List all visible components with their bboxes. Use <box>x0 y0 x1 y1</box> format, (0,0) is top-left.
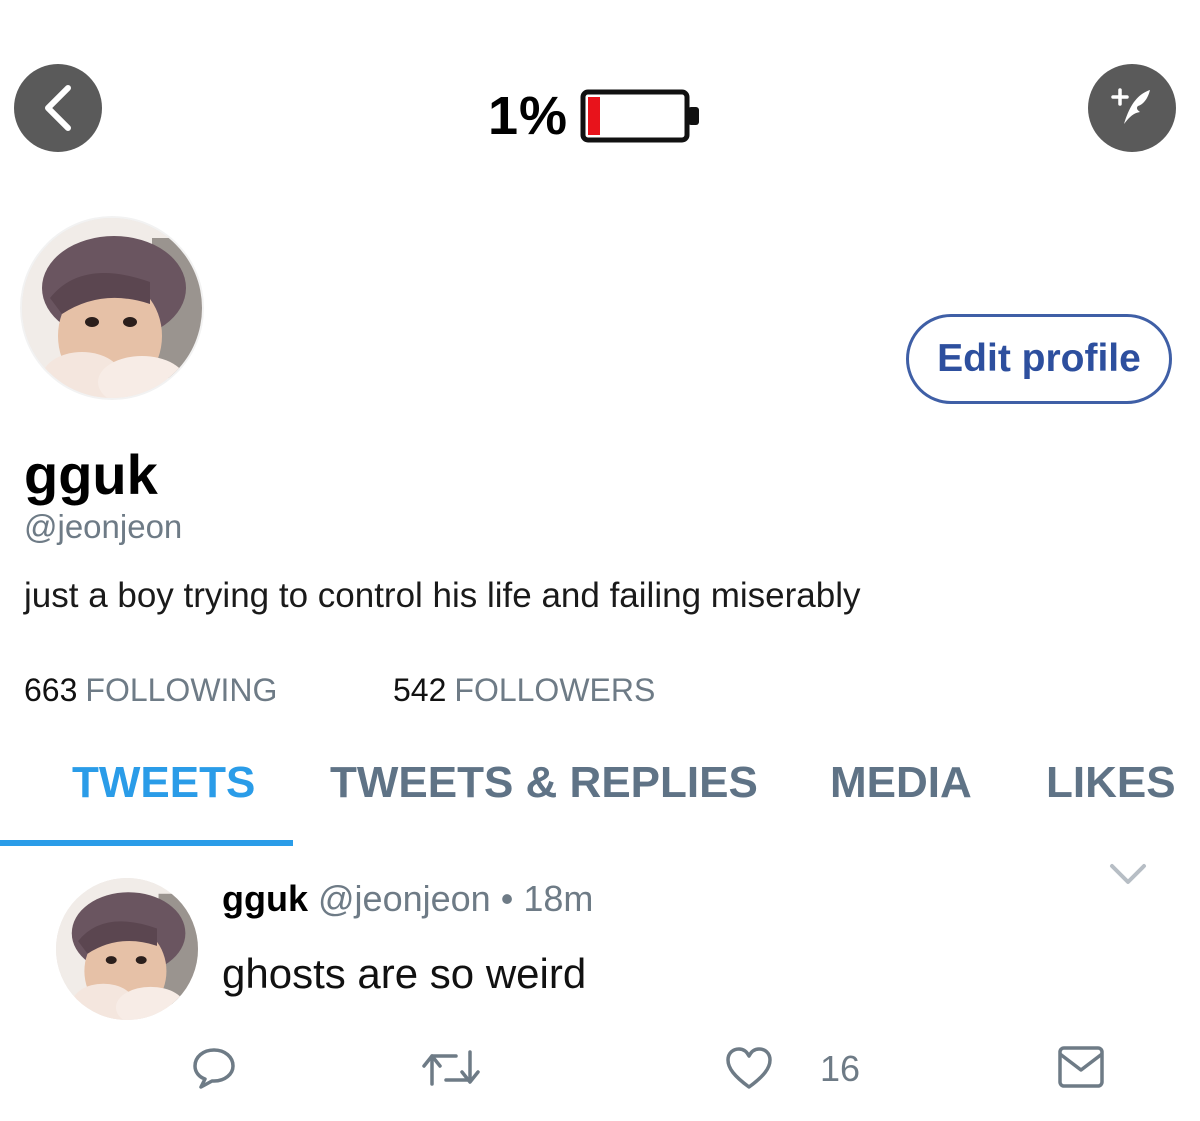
tweet-text: ghosts are so weird <box>222 950 587 997</box>
tweet-time: 18m <box>523 878 594 919</box>
direct-message-button[interactable] <box>1056 1044 1106 1095</box>
retweet-button[interactable] <box>420 1044 482 1097</box>
tweet-separator: • <box>500 878 514 919</box>
tab-tweets[interactable]: TWEETS <box>72 758 255 808</box>
tab-media[interactable]: MEDIA <box>830 758 972 808</box>
tweet-avatar[interactable] <box>56 878 198 1020</box>
tweet-menu-button[interactable] <box>1108 858 1148 893</box>
tab-likes[interactable]: LIKES <box>1046 758 1176 808</box>
profile-avatar[interactable] <box>22 218 202 398</box>
battery-icon <box>580 89 700 143</box>
envelope-icon <box>1058 1046 1104 1088</box>
reply-button[interactable] <box>190 1044 238 1097</box>
followers-stat[interactable]: 542 FOLLOWERS <box>393 672 655 709</box>
reply-icon <box>193 1048 235 1089</box>
chevron-down-icon <box>1110 864 1146 884</box>
tab-tweets-and-replies[interactable]: TWEETS & REPLIES <box>330 758 758 808</box>
tweet-author-name[interactable]: gguk <box>222 878 308 919</box>
active-tab-indicator <box>0 840 293 846</box>
following-stat[interactable]: 663 FOLLOWING <box>24 672 277 709</box>
followers-count: 542 <box>393 672 447 708</box>
retweet-icon <box>422 1050 480 1086</box>
like-count: 16 <box>820 1048 861 1089</box>
display-name: gguk <box>24 443 158 506</box>
like-button[interactable] <box>724 1044 774 1097</box>
followers-label: FOLLOWERS <box>454 672 656 708</box>
following-label: FOLLOWING <box>85 672 278 708</box>
avatar-photo <box>22 218 202 398</box>
battery-percent: 1% <box>488 86 569 146</box>
tweet-author-handle: @jeonjeon <box>318 878 491 919</box>
profile-bio: just a boy trying to control his life an… <box>24 576 861 615</box>
battery-status: 1% <box>488 88 704 144</box>
chevron-left-icon <box>45 85 71 131</box>
edit-profile-button[interactable]: Edit profile <box>906 314 1172 404</box>
user-handle: @jeonjeon <box>24 508 183 545</box>
heart-icon <box>726 1047 772 1089</box>
avatar-photo <box>56 878 198 1020</box>
compose-button[interactable] <box>1088 64 1176 152</box>
quill-compose-icon <box>1111 88 1150 124</box>
tweet-header: gguk @jeonjeon • 18m <box>222 878 593 920</box>
following-count: 663 <box>24 672 78 708</box>
back-button[interactable] <box>14 64 102 152</box>
